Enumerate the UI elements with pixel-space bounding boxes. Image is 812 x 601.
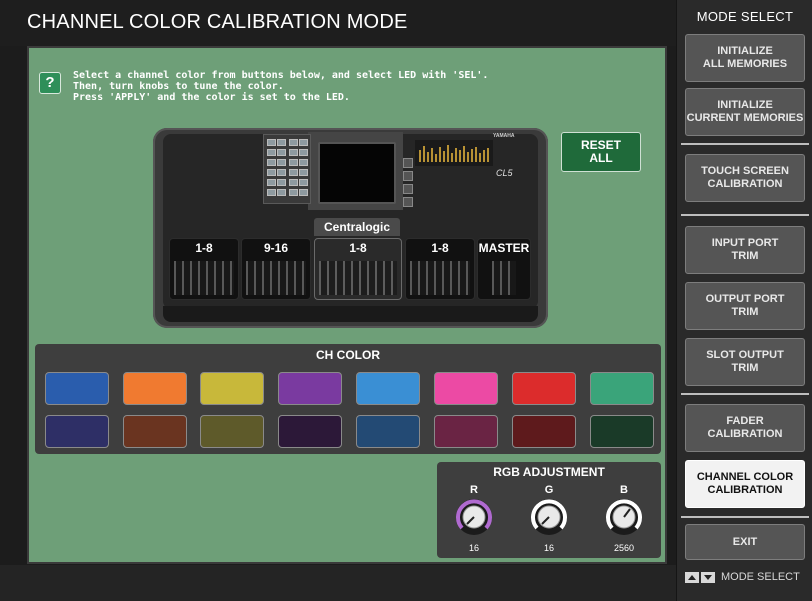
reset-all-button[interactable]: RESET ALL xyxy=(561,132,641,172)
ch-color-swatch[interactable] xyxy=(434,372,498,405)
instructions: Select a channel color from buttons belo… xyxy=(73,70,488,103)
r-knob[interactable] xyxy=(454,497,494,537)
meter-bridge xyxy=(415,140,493,166)
ch-color-panel: CH COLOR xyxy=(35,344,661,454)
fader-bank-master: MASTER xyxy=(477,238,531,300)
fader-strips xyxy=(319,261,397,295)
ch-color-swatch[interactable] xyxy=(278,415,342,448)
fader-bank-label: 1-8 xyxy=(349,241,367,255)
instruction-line-3: Press 'APPLY' and the color is set to th… xyxy=(73,92,350,103)
g-knob[interactable] xyxy=(529,497,569,537)
model-label: CL5 xyxy=(496,168,513,178)
knob-letter: G xyxy=(544,484,554,496)
ch-color-swatch[interactable] xyxy=(512,372,576,405)
slot-output-trim-button[interactable]: SLOT OUTPUT TRIM xyxy=(685,338,805,386)
fader-bank-2: 9-16 xyxy=(241,238,311,300)
ch-color-swatch[interactable] xyxy=(123,415,187,448)
main-panel: ? Select a channel color from buttons be… xyxy=(27,46,667,564)
ch-color-swatch[interactable] xyxy=(200,415,264,448)
knob-letter: B xyxy=(620,484,628,496)
ch-color-title: CH COLOR xyxy=(316,348,380,362)
fader-strips xyxy=(410,261,470,295)
rgb-title: RGB ADJUSTMENT xyxy=(493,465,605,479)
bottom-bar xyxy=(0,565,676,601)
fader-bank-3: 1-8 xyxy=(405,238,475,300)
centralogic-label: Centralogic xyxy=(314,218,400,236)
selected-channel-section xyxy=(263,134,311,204)
fader-bank-1: 1-8 xyxy=(169,238,239,300)
ch-color-swatch[interactable] xyxy=(512,415,576,448)
ch-color-swatch[interactable] xyxy=(200,372,264,405)
fader-strips xyxy=(492,261,516,295)
screen-side-keys xyxy=(403,158,413,212)
help-icon[interactable]: ? xyxy=(39,72,61,94)
ch-color-swatch[interactable] xyxy=(45,372,109,405)
ch-color-swatch[interactable] xyxy=(356,415,420,448)
divider xyxy=(681,214,809,216)
ch-color-swatch[interactable] xyxy=(278,372,342,405)
g-knob-group: G 16 xyxy=(522,484,576,554)
down-arrow-icon[interactable] xyxy=(701,571,715,583)
exit-button[interactable]: EXIT xyxy=(685,524,805,560)
fader-calibration-button[interactable]: FADER CALIBRATION xyxy=(685,404,805,452)
b-knob-group: B 2560 xyxy=(597,484,651,554)
fader-strips xyxy=(174,261,234,295)
initialize-current-memories-button[interactable]: INITIALIZE CURRENT MEMORIES xyxy=(685,88,805,136)
ch-color-swatch[interactable] xyxy=(123,372,187,405)
fader-bank-label: 1-8 xyxy=(195,241,213,255)
ch-color-swatch[interactable] xyxy=(356,372,420,405)
ch-color-swatch[interactable] xyxy=(590,415,654,448)
divider xyxy=(681,516,809,518)
sidebar-footer: MODE SELECT xyxy=(685,571,800,583)
title-bar: CHANNEL COLOR CALIBRATION MODE xyxy=(0,0,676,46)
console-front xyxy=(163,306,538,322)
knob-value: 16 xyxy=(468,543,479,553)
footer-label: MODE SELECT xyxy=(721,571,800,583)
console-screen xyxy=(318,142,396,204)
mode-select-sidebar: MODE SELECT INITIALIZE ALL MEMORIES INIT… xyxy=(676,0,812,601)
fader-bank-centralogic: 1-8 xyxy=(314,238,402,300)
page-title: CHANNEL COLOR CALIBRATION MODE xyxy=(27,11,408,33)
knob-value: 16 xyxy=(543,543,554,553)
fader-bank-label: MASTER xyxy=(478,241,530,255)
touch-screen-calibration-button[interactable]: TOUCH SCREEN CALIBRATION xyxy=(685,154,805,202)
instruction-line-1: Select a channel color from buttons belo… xyxy=(73,70,489,81)
knob-letter: R xyxy=(470,484,478,496)
channel-color-calibration-button[interactable]: CHANNEL COLOR CALIBRATION xyxy=(685,460,805,508)
ch-color-swatch[interactable] xyxy=(590,372,654,405)
input-port-trim-button[interactable]: INPUT PORT TRIM xyxy=(685,226,805,274)
brand-logo: YAMAHA xyxy=(493,133,515,139)
ch-color-swatch[interactable] xyxy=(434,415,498,448)
fader-bank-label: 9-16 xyxy=(263,241,289,255)
r-knob-group: R 16 xyxy=(447,484,501,554)
fader-bank-label: 1-8 xyxy=(431,241,449,255)
ch-color-swatch[interactable] xyxy=(45,415,109,448)
b-knob[interactable] xyxy=(604,497,644,537)
instruction-line-2: Then, turn knobs to tune the color. xyxy=(73,81,284,92)
divider xyxy=(681,393,809,395)
reset-all-label: RESET ALL xyxy=(580,138,621,165)
output-port-trim-button[interactable]: OUTPUT PORT TRIM xyxy=(685,282,805,330)
console-image: YAMAHA CL5 Centralogic 1-8 9-16 1-8 1-8 … xyxy=(153,128,548,328)
rgb-adjustment-panel: RGB ADJUSTMENT R 16 G 16 B 2560 xyxy=(437,462,661,558)
divider xyxy=(681,143,809,145)
fader-strips xyxy=(246,261,306,295)
knob-value: 2560 xyxy=(613,543,635,553)
up-arrow-icon[interactable] xyxy=(685,571,699,583)
initialize-all-memories-button[interactable]: INITIALIZE ALL MEMORIES xyxy=(685,34,805,82)
sidebar-title: MODE SELECT xyxy=(696,9,794,24)
